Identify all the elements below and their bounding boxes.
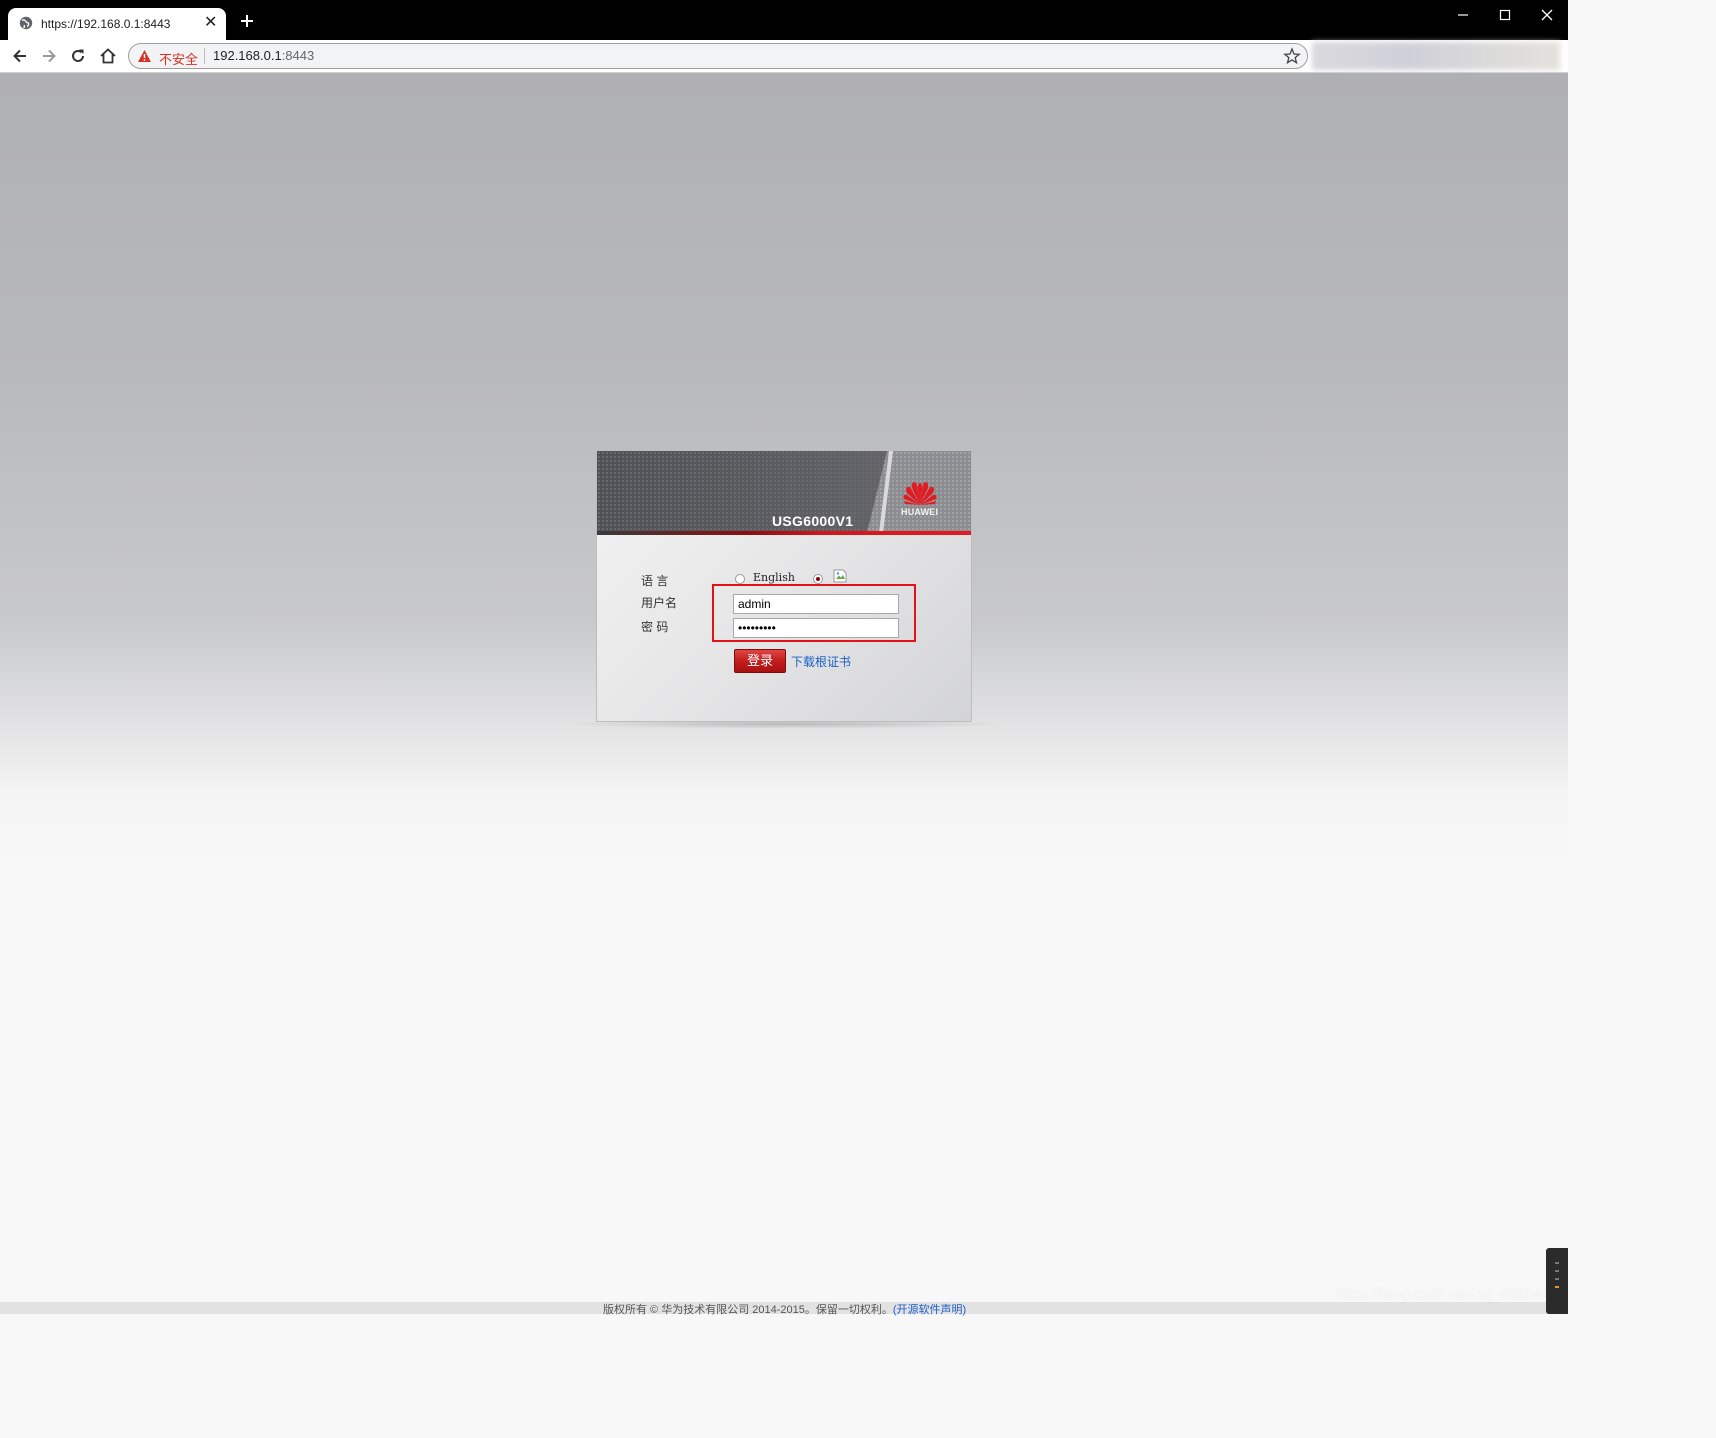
close-icon[interactable]: [1536, 6, 1558, 24]
open-source-notice-link[interactable]: (开源软件声明): [893, 1304, 966, 1316]
warning-icon[interactable]: [137, 49, 152, 63]
header-red-bar: [597, 531, 971, 535]
language-radio-english[interactable]: [735, 574, 745, 584]
maximize-icon[interactable]: [1494, 6, 1516, 24]
star-icon[interactable]: [1283, 47, 1301, 65]
url-host: 192.168.0.1: [213, 48, 282, 63]
copyright-text: 版权所有 © 华为技术有限公司 2014-2015。保留一切权利。: [603, 1304, 893, 1316]
footer-copyright: 版权所有 © 华为技术有限公司 2014-2015。保留一切权利。(开源软件声明…: [603, 1301, 966, 1317]
language-option-english[interactable]: English: [753, 571, 795, 584]
login-button[interactable]: 登录: [734, 649, 786, 673]
plus-icon[interactable]: [238, 12, 256, 30]
watermark: https://blog.csdn.net/qq_46254436: [1336, 1286, 1567, 1303]
browser-titlebar: https://192.168.0.1:8443 ✕: [0, 0, 1568, 40]
page-viewport: USG6000V1 HUAWEI 语 言 English 用户名 密 码 adm…: [0, 73, 1568, 1317]
globe-icon: [19, 16, 33, 30]
browser-tab-active[interactable]: https://192.168.0.1:8443 ✕: [8, 8, 226, 40]
password-label: 密 码: [641, 620, 669, 634]
huawei-logo-icon: [903, 482, 937, 505]
brand-name: HUAWEI: [901, 507, 939, 517]
side-toolbar-widget[interactable]: [1546, 1248, 1568, 1314]
widget-tick: [1555, 1270, 1559, 1272]
url-port: :8443: [281, 48, 315, 63]
minimize-icon[interactable]: [1452, 6, 1474, 24]
home-icon[interactable]: [98, 46, 118, 66]
username-label: 用户名: [641, 596, 678, 610]
tab-close-icon[interactable]: ✕: [204, 14, 217, 32]
widget-tick: [1555, 1278, 1559, 1280]
download-root-cert-link[interactable]: 下载根证书: [791, 653, 851, 670]
password-input[interactable]: [733, 618, 899, 638]
product-name: USG6000V1: [772, 513, 854, 529]
username-input[interactable]: [733, 594, 899, 614]
login-panel: USG6000V1 HUAWEI 语 言 English 用户名 密 码 adm…: [596, 450, 972, 722]
widget-tick: [1555, 1286, 1559, 1288]
address-bar-divider: [204, 48, 205, 64]
login-header: USG6000V1 HUAWEI: [597, 451, 971, 535]
tab-title: https://192.168.0.1:8443: [41, 17, 171, 31]
address-bar[interactable]: 不安全 192.168.0.1:8443: [128, 43, 1308, 69]
url-text[interactable]: 192.168.0.1:8443: [213, 48, 314, 63]
arrow-right-icon[interactable]: [39, 46, 59, 66]
broken-image-icon[interactable]: [833, 569, 847, 583]
widget-tick: [1555, 1262, 1559, 1264]
arrow-left-icon[interactable]: [10, 46, 30, 66]
language-radio-chinese[interactable]: [813, 574, 823, 584]
blurred-extension-area: [1312, 42, 1560, 70]
reload-icon[interactable]: [68, 46, 88, 66]
language-label: 语 言: [641, 574, 669, 588]
security-status-label[interactable]: 不安全: [159, 49, 198, 68]
